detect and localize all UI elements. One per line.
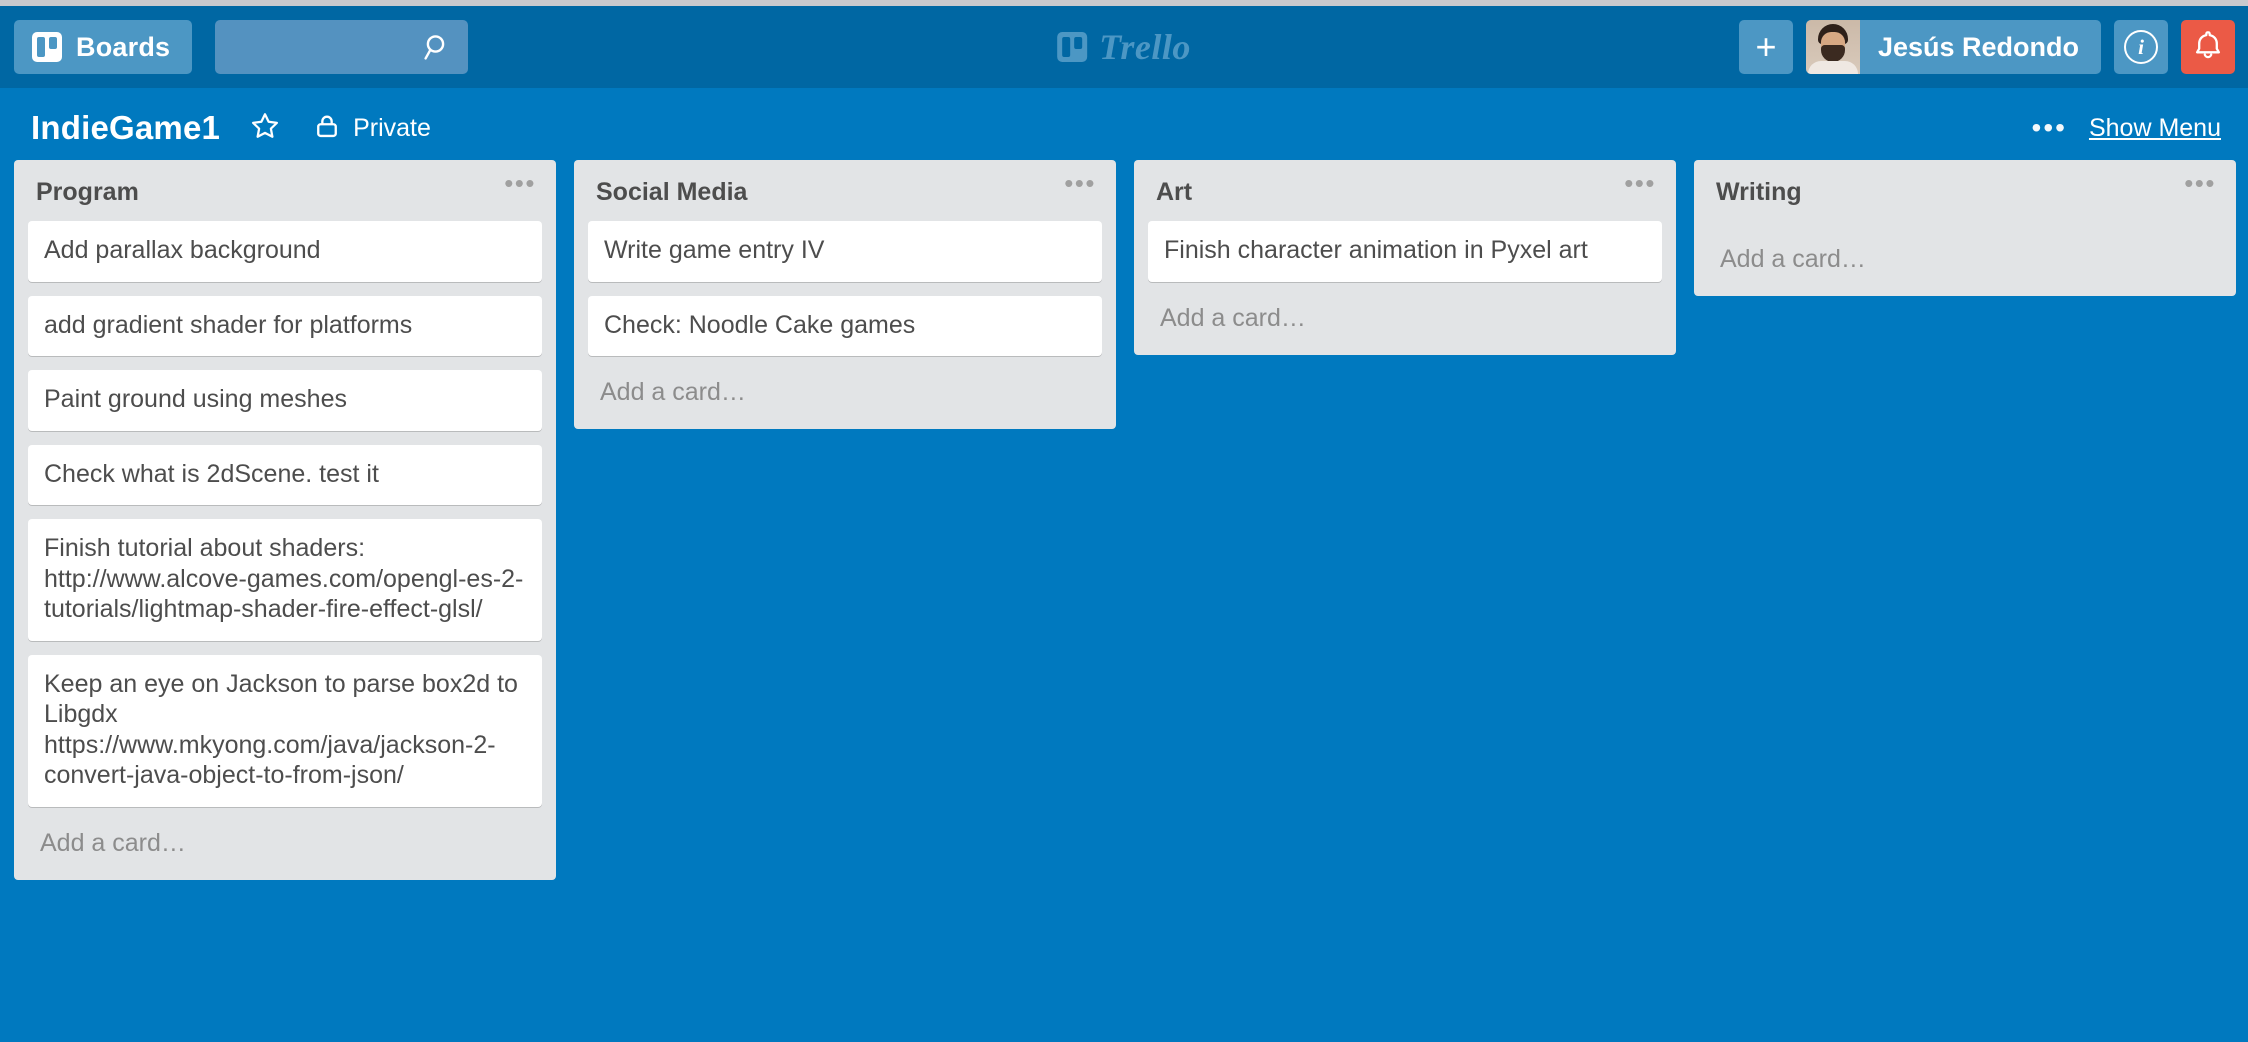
add-card-button[interactable]: Add a card…: [574, 356, 1116, 425]
card[interactable]: Write game entry IV: [588, 221, 1102, 282]
board-header: IndieGame1 Private ••• Show Menu: [0, 88, 2248, 168]
list-header: Art •••: [1134, 160, 1676, 221]
show-menu-link[interactable]: Show Menu: [2089, 114, 2221, 143]
card[interactable]: Add parallax background: [28, 221, 542, 282]
card-list: Finish character animation in Pyxel art: [1134, 221, 1676, 282]
list-overflow-button[interactable]: •••: [504, 170, 536, 196]
search-icon: [424, 33, 452, 61]
card[interactable]: Check: Noodle Cake games: [588, 295, 1102, 356]
info-icon: i: [2124, 30, 2158, 64]
plus-icon: +: [1755, 26, 1777, 67]
board-title: IndieGame1: [31, 109, 221, 146]
list-header: Writing •••: [1694, 160, 2236, 221]
add-card-button[interactable]: Add a card…: [1694, 221, 2236, 292]
member-menu-button[interactable]: Jesús Redondo: [1805, 20, 2101, 74]
card[interactable]: Finish character animation in Pyxel art: [1148, 221, 1662, 282]
list-title: Program: [36, 178, 139, 206]
board-visibility-button[interactable]: Private: [314, 112, 431, 145]
lock-icon: [314, 112, 340, 145]
bell-icon: [2193, 29, 2223, 66]
add-card-button[interactable]: Add a card…: [14, 807, 556, 876]
boards-button-label: Boards: [76, 31, 171, 62]
list-header: Program •••: [14, 160, 556, 221]
card-list: Write game entry IV Check: Noodle Cake g…: [574, 221, 1116, 356]
card[interactable]: Finish tutorial about shaders: http://ww…: [28, 519, 542, 641]
list-program: Program ••• Add parallax background add …: [14, 160, 556, 880]
board-overflow-button[interactable]: •••: [2032, 114, 2067, 142]
star-board-button[interactable]: [250, 111, 280, 146]
add-card-button[interactable]: Add a card…: [1134, 282, 1676, 351]
notifications-button[interactable]: [2181, 20, 2235, 74]
card-list: Add parallax background add gradient sha…: [14, 221, 556, 807]
member-name: Jesús Redondo: [1877, 31, 2079, 62]
app-header: Boards Trello + Jesús Redondo i: [0, 6, 2248, 88]
boards-button[interactable]: Boards: [14, 20, 193, 74]
list-header: Social Media •••: [574, 160, 1116, 221]
card[interactable]: Keep an eye on Jackson to parse box2d to…: [28, 654, 542, 807]
avatar: [1805, 20, 1860, 74]
star-outline-icon: [250, 111, 280, 146]
list-title: Writing: [1716, 178, 1802, 206]
add-button[interactable]: +: [1738, 20, 1793, 74]
board-visibility-label: Private: [353, 113, 431, 142]
card[interactable]: Paint ground using meshes: [28, 370, 542, 431]
list-overflow-button[interactable]: •••: [1624, 170, 1656, 196]
trello-logo[interactable]: Trello: [1057, 26, 1191, 68]
card[interactable]: Check what is 2dScene. test it: [28, 444, 542, 505]
list-writing: Writing ••• Add a card…: [1694, 160, 2236, 296]
trello-logo-text: Trello: [1099, 27, 1191, 67]
search-input[interactable]: [215, 20, 469, 74]
list-title: Social Media: [596, 178, 748, 206]
list-social-media: Social Media ••• Write game entry IV Che…: [574, 160, 1116, 429]
board-lists-container: Program ••• Add parallax background add …: [0, 160, 2248, 1042]
list-overflow-button[interactable]: •••: [1064, 170, 1096, 196]
list-overflow-button[interactable]: •••: [2184, 170, 2216, 196]
trello-board-icon: [32, 32, 62, 62]
trello-board-icon: [1057, 32, 1088, 62]
list-title: Art: [1156, 178, 1193, 206]
card[interactable]: add gradient shader for platforms: [28, 295, 542, 356]
list-art: Art ••• Finish character animation in Py…: [1134, 160, 1676, 355]
info-button[interactable]: i: [2114, 20, 2168, 74]
